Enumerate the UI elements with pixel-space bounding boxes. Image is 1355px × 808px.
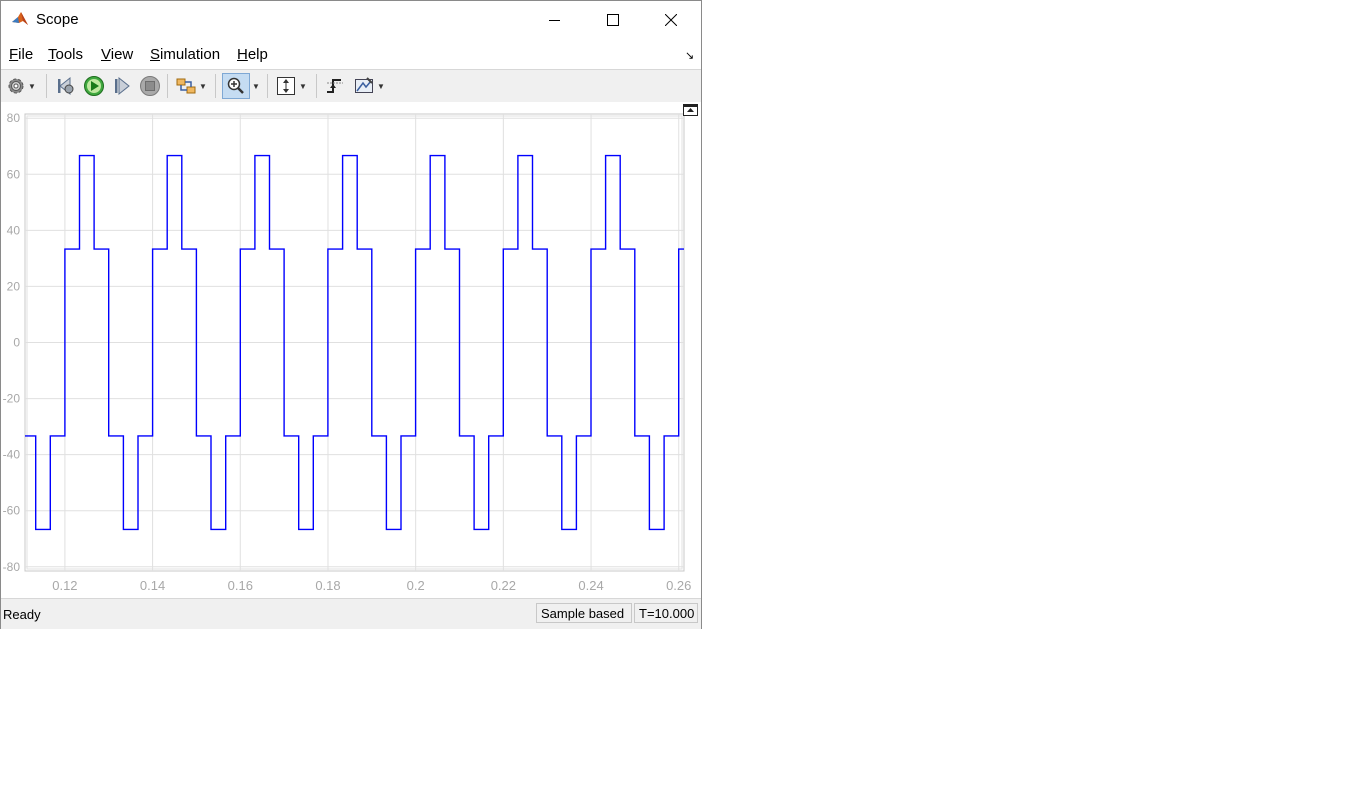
menu-help[interactable]: Help <box>237 46 268 63</box>
step-forward-button[interactable] <box>111 73 133 99</box>
signal-highlight-icon <box>176 78 196 94</box>
run-icon <box>84 76 104 96</box>
toolbar-separator <box>167 74 168 98</box>
x-tick-label: 0.16 <box>228 578 253 593</box>
toolbar: ▼ ▼ ▼ ▼ ▼ <box>1 69 701 103</box>
title-bar[interactable]: Scope <box>1 1 701 39</box>
menu-simulation[interactable]: Simulation <box>150 46 220 63</box>
scope-window: Scope File Tools View Simulation Help ↘ <box>0 0 702 629</box>
y-tick-label: 40 <box>7 223 21 237</box>
zoom-dropdown-icon[interactable]: ▼ <box>252 82 260 91</box>
minimize-button[interactable] <box>526 1 584 39</box>
toolbar-separator <box>215 74 216 98</box>
window-title: Scope <box>36 11 79 28</box>
toolbar-separator <box>46 74 47 98</box>
x-tick-label: 0.2 <box>407 578 425 593</box>
scope-plot[interactable]: -80 -60 -40 -20 0 20 40 60 80 0.12 0.14 0.16 0.18 0.2… <box>1 102 701 598</box>
zoom-button[interactable]: ▼ <box>222 73 260 99</box>
highlight-dropdown-icon[interactable]: ▼ <box>199 82 207 91</box>
y-tick-label: 80 <box>7 111 21 125</box>
y-tick-label: -40 <box>3 448 21 462</box>
settings-dropdown-icon[interactable]: ▼ <box>28 82 36 91</box>
stop-button[interactable] <box>139 73 161 99</box>
settings-icon <box>8 78 24 94</box>
measurements-button[interactable]: ▼ <box>353 73 385 99</box>
menu-file[interactable]: File <box>9 46 33 63</box>
x-tick-label: 0.12 <box>52 578 77 593</box>
run-button[interactable] <box>83 73 105 99</box>
undock-icon[interactable] <box>683 104 698 116</box>
x-tick-label: 0.26 <box>666 578 691 593</box>
y-tick-label: -60 <box>3 504 21 518</box>
autoscale-icon <box>277 77 295 95</box>
step-back-button[interactable] <box>55 73 77 99</box>
measurements-dropdown-icon[interactable]: ▼ <box>377 82 385 91</box>
menu-view[interactable]: View <box>101 46 133 63</box>
autoscale-dropdown-icon[interactable]: ▼ <box>299 82 307 91</box>
triggers-icon <box>327 79 343 93</box>
close-button[interactable] <box>642 1 700 39</box>
x-tick-label: 0.14 <box>140 578 165 593</box>
maximize-button[interactable] <box>584 1 642 39</box>
toolbar-separator <box>316 74 317 98</box>
y-tick-label: -20 <box>3 392 21 406</box>
y-tick-label: 0 <box>13 336 20 350</box>
step-back-icon <box>58 76 74 96</box>
x-tick-label: 0.22 <box>491 578 516 593</box>
matlab-icon <box>12 12 28 25</box>
y-tick-label: 20 <box>7 279 21 293</box>
triggers-button[interactable] <box>324 73 346 99</box>
close-icon <box>665 14 677 26</box>
menu-tools[interactable]: Tools <box>48 46 83 63</box>
maximize-icon <box>607 14 619 26</box>
y-tick-label: 60 <box>7 167 21 181</box>
menu-undock-icon[interactable]: ↘ <box>685 49 694 62</box>
minimize-icon <box>549 20 560 21</box>
status-text: Ready <box>3 607 41 622</box>
settings-button[interactable]: ▼ <box>6 73 36 99</box>
stop-icon <box>140 76 160 96</box>
autoscale-button[interactable]: ▼ <box>275 73 307 99</box>
status-bar: Ready Sample based T=10.000 <box>1 598 701 629</box>
x-tick-label: 0.24 <box>578 578 603 593</box>
measurements-icon <box>355 77 373 93</box>
toolbar-separator <box>267 74 268 98</box>
step-forward-icon <box>115 76 130 96</box>
highlight-signal-button[interactable]: ▼ <box>175 73 207 99</box>
y-tick-label: -80 <box>3 560 21 574</box>
plot-area[interactable]: -80 -60 -40 -20 0 20 40 60 80 0.12 0.14 0.16 0.18 0.2… <box>1 102 701 598</box>
zoom-in-icon <box>227 77 244 94</box>
x-tick-label: 0.18 <box>315 578 340 593</box>
sample-mode-indicator: Sample based <box>536 603 632 623</box>
menu-bar: File Tools View Simulation Help ↘ <box>1 39 701 69</box>
simulation-time: T=10.000 <box>634 603 698 623</box>
